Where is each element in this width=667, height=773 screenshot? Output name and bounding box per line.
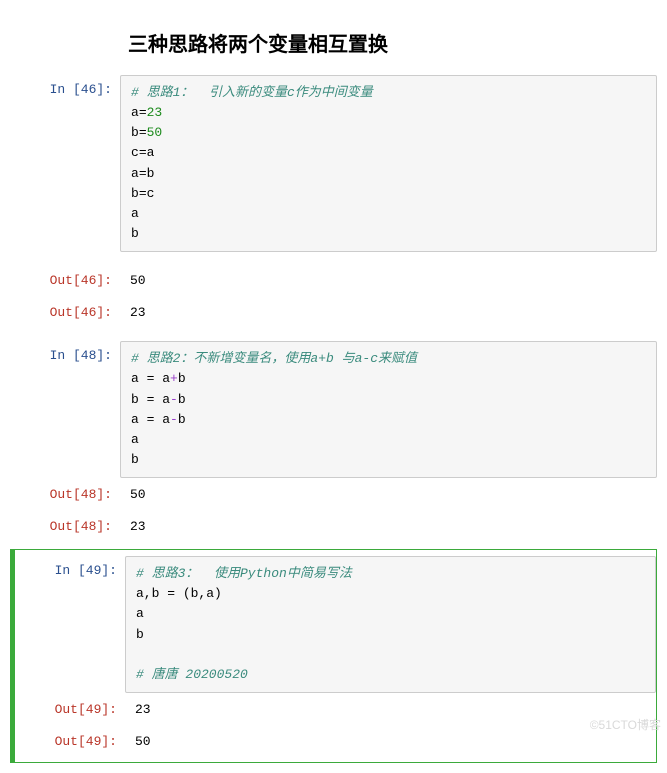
output-value: 23 bbox=[120, 298, 657, 328]
code-input-area[interactable]: # 思路2：不新增变量名，使用a+b 与a-c来赋值 a = a+b b = a… bbox=[120, 341, 657, 478]
code-cell: In [48]: # 思路2：不新增变量名，使用a+b 与a-c来赋值 a = … bbox=[10, 341, 657, 541]
page-title: 三种思路将两个变量相互置换 bbox=[128, 28, 657, 57]
code-input-area[interactable]: # 思路3： 使用Python中简易写法 a,b = (b,a) a b # 唐… bbox=[125, 556, 656, 693]
output-prompt: Out[48]: bbox=[10, 512, 120, 542]
output-value: 50 bbox=[120, 266, 657, 296]
input-prompt: In [49]: bbox=[15, 556, 125, 693]
notebook-view: 三种思路将两个变量相互置换 In [46]: # 思路1： 引入新的变量c作为中… bbox=[0, 0, 667, 773]
input-prompt: In [48]: bbox=[10, 341, 120, 478]
output-prompt: Out[46]: bbox=[10, 266, 120, 296]
output-value: 50 bbox=[125, 727, 656, 757]
output-prompt: Out[49]: bbox=[15, 695, 125, 725]
code-input-area[interactable]: # 思路1： 引入新的变量c作为中间变量 a=23 b=50 c=a a=b b… bbox=[120, 75, 657, 252]
output-value: 23 bbox=[125, 695, 656, 725]
output-prompt: Out[46]: bbox=[10, 298, 120, 328]
output-value: 50 bbox=[120, 480, 657, 510]
output-prompt: Out[48]: bbox=[10, 480, 120, 510]
output-value: 23 bbox=[120, 512, 657, 542]
output-prompt: Out[49]: bbox=[15, 727, 125, 757]
input-prompt: In [46]: bbox=[10, 75, 120, 252]
code-cell-selected[interactable]: In [49]: # 思路3： 使用Python中简易写法 a,b = (b,a… bbox=[10, 549, 657, 763]
code-cell: In [46]: # 思路1： 引入新的变量c作为中间变量 a=23 b=50 … bbox=[10, 75, 657, 327]
